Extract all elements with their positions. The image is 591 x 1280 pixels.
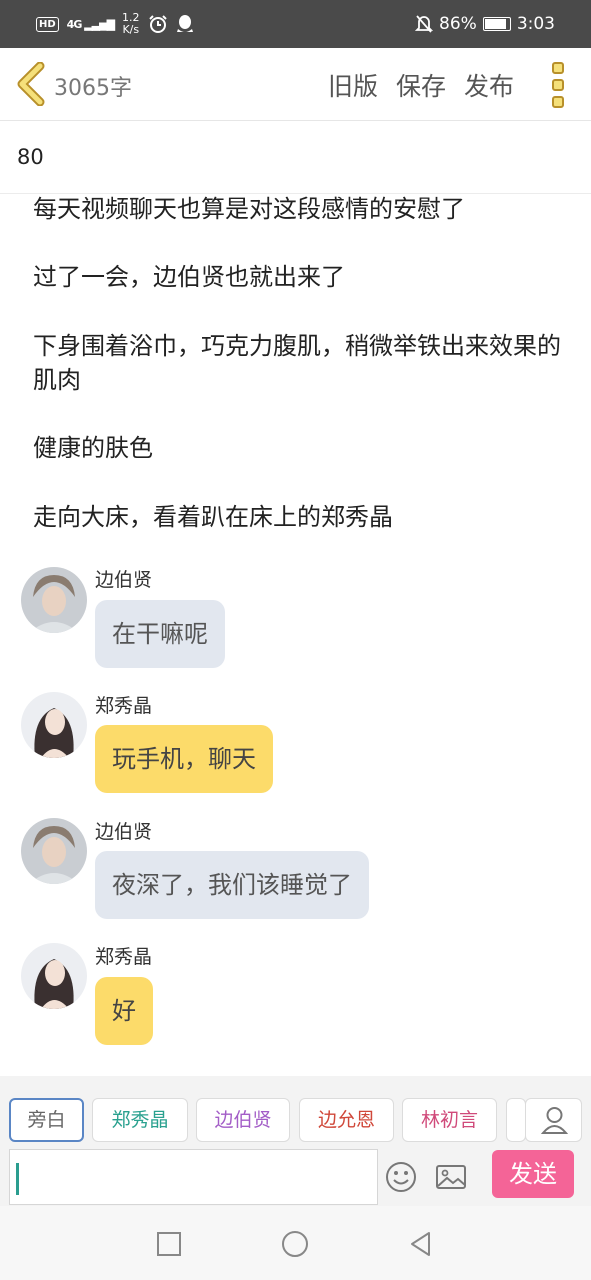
word-count: 3065字: [54, 76, 132, 101]
more-menu-icon[interactable]: [550, 62, 566, 108]
text-caret: [16, 1163, 19, 1195]
narration-paragraph: 过了一会，边伯贤也就出来了: [33, 263, 345, 291]
message-input[interactable]: [9, 1149, 378, 1205]
chapter-header: 80: [0, 122, 591, 194]
message-bubble[interactable]: 好: [95, 977, 153, 1045]
message-bubble[interactable]: 夜深了，我们该睡觉了: [95, 851, 369, 919]
emoji-icon[interactable]: [384, 1160, 418, 1194]
battery-icon: [482, 17, 511, 31]
character-chip[interactable]: 林初言: [402, 1098, 497, 1142]
message-sender-name: 郑秀晶: [95, 695, 153, 717]
character-chip[interactable]: 边伯贤: [196, 1098, 290, 1142]
message-bubble[interactable]: 玩手机，聊天: [95, 725, 273, 793]
image-icon[interactable]: [434, 1160, 468, 1194]
avatar-female[interactable]: [21, 943, 87, 1009]
message-editor: 旁白 郑秀晶 边伯贤 边允恩 林初言 发送: [0, 1076, 591, 1206]
recent-apps-icon[interactable]: [155, 1230, 183, 1258]
top-app-bar: 3065字 旧版 保存 发布: [0, 48, 591, 121]
character-chip[interactable]: 边允恩: [299, 1098, 394, 1142]
user-icon: [540, 1107, 569, 1134]
add-character-button[interactable]: [525, 1098, 582, 1142]
send-button[interactable]: 发送: [492, 1150, 574, 1198]
network-speed: 1.2 K/s: [122, 11, 140, 36]
character-chip[interactable]: 郑秀晶: [92, 1098, 188, 1142]
save-button[interactable]: 保存: [396, 67, 446, 103]
back-arrow-icon[interactable]: [14, 62, 48, 106]
narration-paragraph: 每天视频聊天也算是对这段感情的安慰了: [33, 195, 465, 223]
character-chip-overflow[interactable]: [506, 1098, 526, 1142]
qq-icon: [176, 15, 193, 32]
mute-bell-icon: [415, 15, 434, 33]
hd-indicator: HD: [36, 16, 59, 32]
avatar-male[interactable]: [21, 818, 87, 884]
message-bubble[interactable]: 在干嘛呢: [95, 600, 225, 668]
narration-paragraph: 健康的肤色: [33, 434, 153, 462]
home-icon[interactable]: [281, 1230, 309, 1258]
old-version-button[interactable]: 旧版: [328, 67, 378, 103]
signal-indicator: 4G ▂▃▅▇: [66, 17, 115, 31]
avatar-male[interactable]: [21, 567, 87, 633]
character-chip-narration[interactable]: 旁白: [9, 1098, 84, 1142]
story-content[interactable]: 每天视频聊天也算是对这段感情的安慰了 过了一会，边伯贤也就出来了 下身围着浴巾，…: [0, 195, 591, 1075]
message-sender-name: 边伯贤: [95, 569, 153, 591]
alarm-icon: [148, 15, 167, 33]
status-bar: HD 4G ▂▃▅▇ 1.2 K/s 86% 3:03: [0, 0, 591, 48]
narration-paragraph: 走向大床，看着趴在床上的郑秀晶: [33, 503, 393, 531]
message-sender-name: 郑秀晶: [95, 946, 153, 968]
publish-button[interactable]: 发布: [464, 67, 514, 103]
system-nav-bar: [0, 1206, 591, 1280]
battery-percent: 86%: [439, 14, 477, 34]
message-sender-name: 边伯贤: [95, 821, 153, 843]
back-triangle-icon[interactable]: [407, 1230, 435, 1258]
chapter-number[interactable]: 80: [17, 145, 44, 169]
narration-paragraph: 下身围着浴巾，巧克力腹肌，稍微举铁出来效果的肌肉: [33, 332, 561, 394]
avatar-female[interactable]: [21, 692, 87, 758]
clock: 3:03: [516, 14, 555, 34]
